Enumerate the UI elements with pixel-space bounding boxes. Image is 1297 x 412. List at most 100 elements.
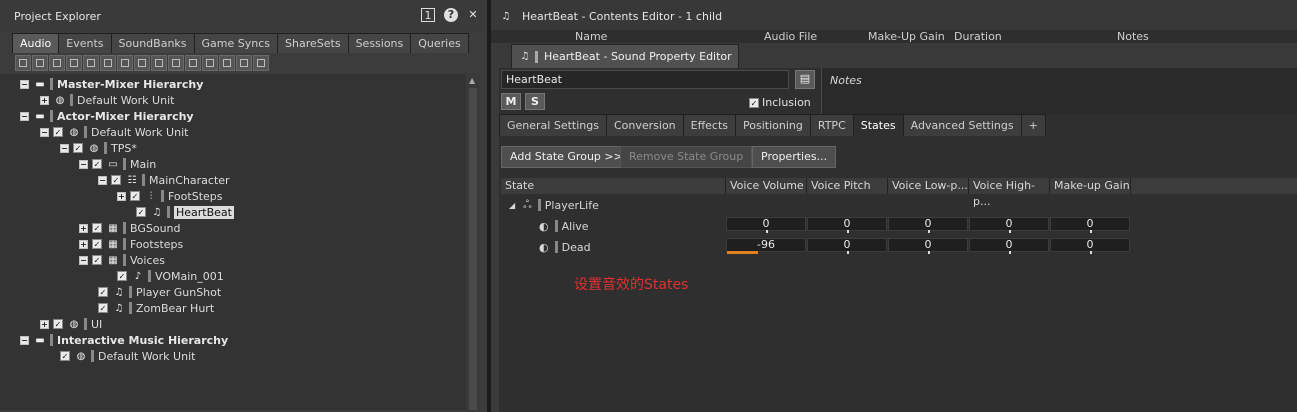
checkbox[interactable]: ✓: [92, 255, 102, 265]
tree-item-default-work-unit[interactable]: ✓ ◍ Default Work Unit: [60, 348, 195, 364]
tree-item-zombear-hurt[interactable]: ✓ ♫ ZomBear Hurt: [98, 300, 214, 316]
dead-voice-pitch[interactable]: 0: [807, 238, 887, 254]
tree-item-voices[interactable]: − ✓ ▦ Voices: [79, 252, 165, 268]
collapse-icon[interactable]: −: [79, 255, 88, 265]
tab-advanced-settings[interactable]: Advanced Settings: [902, 114, 1022, 136]
remove-state-group-button[interactable]: Remove State Group: [620, 146, 753, 168]
mute-button[interactable]: M: [501, 93, 521, 110]
tab-states[interactable]: States: [852, 114, 904, 136]
tree-item-default-work-unit[interactable]: + ◍ Default Work Unit: [40, 92, 174, 108]
object-name-field[interactable]: HeartBeat: [501, 70, 789, 89]
column-voice-highpass[interactable]: Voice High-p...: [969, 178, 1050, 208]
tree-item-vomain[interactable]: ✓ ♪ VOMain_001: [117, 268, 224, 284]
tree-scrollbar[interactable]: ▲: [466, 74, 480, 412]
toolbar-track-icon[interactable]: [236, 55, 252, 71]
collapse-icon[interactable]: −: [79, 159, 88, 169]
toolbar-sound-icon[interactable]: [15, 55, 31, 71]
checkbox[interactable]: ✓: [111, 175, 121, 185]
tree-item-player-gunshot[interactable]: ✓ ♫ Player GunShot: [98, 284, 221, 300]
tree-item-default-work-unit[interactable]: − ✓ ◍ Default Work Unit: [40, 124, 188, 140]
tab-soundbanks[interactable]: SoundBanks: [110, 33, 195, 53]
checkbox[interactable]: ✓: [130, 191, 140, 201]
checkbox[interactable]: ✓: [92, 223, 102, 233]
alive-voice-volume[interactable]: 0: [726, 217, 806, 233]
checkbox[interactable]: ✓: [53, 127, 63, 137]
state-group-row[interactable]: ◢ ஃ PlayerLife: [509, 196, 599, 214]
tab-sharesets[interactable]: ShareSets: [277, 33, 349, 53]
collapse-icon[interactable]: −: [20, 335, 29, 345]
tree-item-main[interactable]: − ✓ ▭ Main: [79, 156, 156, 172]
dead-voice-highpass[interactable]: 0: [969, 238, 1049, 254]
checkbox[interactable]: ✓: [136, 207, 146, 217]
tree-item-master-mixer[interactable]: − ▬ Master-Mixer Hierarchy: [20, 76, 203, 92]
toolbar-audio-source-icon[interactable]: [151, 55, 167, 71]
sound-property-editor-tab[interactable]: ♫ HeartBeat - Sound Property Editor: [511, 44, 739, 68]
tab-events[interactable]: Events: [58, 33, 112, 53]
checkbox[interactable]: ✓: [98, 303, 108, 313]
scroll-up-icon[interactable]: ▲: [469, 76, 475, 85]
properties-button[interactable]: Properties...: [752, 146, 837, 168]
alive-voice-lowpass[interactable]: 0: [888, 217, 968, 233]
dead-make-up-gain[interactable]: 0: [1050, 238, 1130, 254]
column-audio-file[interactable]: Audio File: [764, 30, 817, 43]
state-row-dead[interactable]: ◐ Dead: [539, 238, 591, 256]
checkbox[interactable]: ✓: [60, 351, 70, 361]
checkbox[interactable]: ✓: [73, 143, 83, 153]
add-tab-button[interactable]: +: [1020, 114, 1046, 136]
toolbar-segment-icon[interactable]: [219, 55, 235, 71]
column-notes[interactable]: Notes: [1117, 30, 1149, 43]
notes-field[interactable]: Notes: [821, 68, 1297, 114]
object-menu-icon[interactable]: ▤: [795, 70, 815, 89]
column-voice-pitch[interactable]: Voice Pitch: [807, 178, 888, 194]
toolbar-music-icon[interactable]: [185, 55, 201, 71]
tab-rtpc[interactable]: RTPC: [809, 114, 854, 136]
tree-item-heartbeat[interactable]: ✓ ♫ HeartBeat: [136, 204, 234, 220]
collapse-icon[interactable]: −: [20, 79, 29, 89]
state-row-alive[interactable]: ◐ Alive: [539, 217, 589, 235]
column-make-up-gain[interactable]: Make-Up Gain: [868, 30, 945, 43]
column-voice-lowpass[interactable]: Voice Low-p...: [888, 178, 969, 194]
expand-icon[interactable]: +: [40, 95, 49, 105]
tree-item-bgsound[interactable]: + ✓ ▦ BGSound: [79, 220, 181, 236]
toolbar-random-container-icon[interactable]: [83, 55, 99, 71]
column-name[interactable]: Name: [575, 30, 607, 43]
expand-icon[interactable]: +: [79, 223, 88, 233]
column-voice-volume[interactable]: Voice Volume: [726, 178, 807, 194]
solo-button[interactable]: S: [525, 93, 545, 110]
column-state[interactable]: State: [501, 178, 726, 194]
help-icon[interactable]: ?: [444, 8, 458, 22]
collapse-icon[interactable]: −: [98, 175, 107, 185]
toolbar-bus-icon[interactable]: [253, 55, 269, 71]
alive-voice-highpass[interactable]: 0: [969, 217, 1049, 233]
collapse-triangle-icon[interactable]: ◢: [509, 201, 515, 210]
collapse-icon[interactable]: −: [40, 127, 49, 137]
expand-icon[interactable]: +: [40, 319, 49, 329]
inclusion-toggle[interactable]: ✓ Inclusion: [749, 96, 811, 109]
alive-make-up-gain[interactable]: 0: [1050, 217, 1130, 233]
checkbox[interactable]: ✓: [92, 159, 102, 169]
tree-item-interactive-music[interactable]: − ▬ Interactive Music Hierarchy: [20, 332, 228, 348]
toolbar-blend-container-icon[interactable]: [134, 55, 150, 71]
toolbar-folder-icon[interactable]: [32, 55, 48, 71]
collapse-icon[interactable]: −: [60, 143, 69, 153]
toolbar-sequence-container-icon[interactable]: [100, 55, 116, 71]
tree-item-actor-mixer[interactable]: − ▬ Actor-Mixer Hierarchy: [20, 108, 194, 124]
tab-game-syncs[interactable]: Game Syncs: [193, 33, 279, 53]
checkbox[interactable]: ✓: [53, 319, 63, 329]
checkbox[interactable]: ✓: [117, 271, 127, 281]
dead-voice-volume[interactable]: -96: [726, 238, 806, 254]
toolbar-voice-icon[interactable]: [168, 55, 184, 71]
add-state-group-button[interactable]: Add State Group >>: [501, 146, 632, 168]
tab-general-settings[interactable]: General Settings: [499, 114, 607, 136]
checkbox[interactable]: ✓: [92, 239, 102, 249]
tab-conversion[interactable]: Conversion: [605, 114, 684, 136]
tab-positioning[interactable]: Positioning: [735, 114, 811, 136]
tab-audio[interactable]: Audio: [12, 33, 60, 53]
scrollbar-thumb[interactable]: [469, 88, 477, 410]
toolbar-workunit-icon[interactable]: [49, 55, 65, 71]
tree-item-footsteps-container[interactable]: + ✓ ⫶ FootSteps: [117, 188, 222, 204]
column-duration[interactable]: Duration: [954, 30, 1002, 43]
tab-sessions[interactable]: Sessions: [347, 33, 412, 53]
close-icon[interactable]: ✕: [466, 8, 480, 22]
expand-icon[interactable]: +: [117, 191, 126, 201]
